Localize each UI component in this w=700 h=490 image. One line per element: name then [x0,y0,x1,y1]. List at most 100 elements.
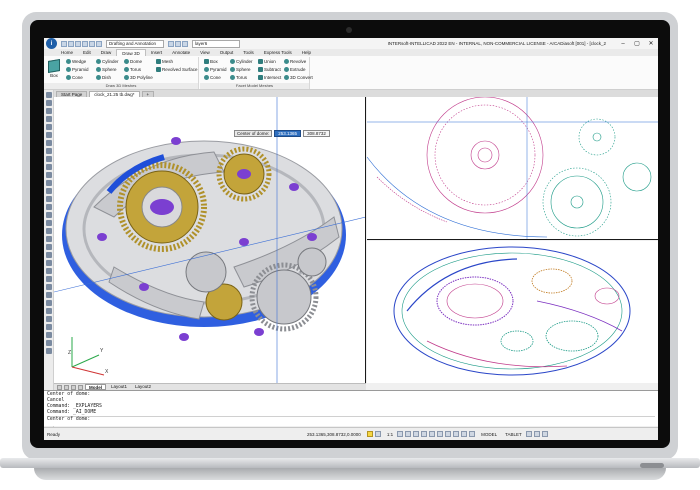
zoom-tool-icon[interactable] [46,300,52,306]
tablet-toggle[interactable]: TABLET [503,432,524,437]
cylinder-button[interactable]: Cylinder [96,59,119,64]
tab-express-tools[interactable]: Express Tools [259,49,297,56]
mirror-tool-icon[interactable] [46,196,52,202]
offset-tool-icon[interactable] [46,228,52,234]
workspace-dropdown[interactable]: Drafting and Annotation [106,39,164,48]
text-tool-icon[interactable] [46,156,52,162]
copy-tool-icon[interactable] [46,172,52,178]
annotation-scale[interactable]: 1:1 [385,432,395,437]
lightbulb-icon[interactable] [168,40,174,47]
dish-button[interactable]: Dish [96,75,111,80]
scale-tool-icon[interactable] [46,188,52,194]
maximize-button[interactable]: ▢ [630,40,644,47]
lock-ui-icon[interactable] [533,431,540,437]
array-tool-icon[interactable] [46,236,52,242]
mesh-button[interactable]: Mesh [156,59,173,64]
print-icon[interactable] [82,40,88,47]
tab-view[interactable]: View [195,49,215,56]
ortho-toggle-icon[interactable] [397,431,404,437]
layer-tool-icon[interactable] [46,276,52,282]
rotate-tool-icon[interactable] [46,180,52,186]
ellipse-tool-icon[interactable] [46,132,52,138]
open-file-icon[interactable] [68,40,74,47]
erase-tool-icon[interactable] [46,252,52,258]
new-file-icon[interactable] [61,40,67,47]
tab-edit[interactable]: Edit [78,49,96,56]
next-layout-button[interactable] [71,384,76,390]
orbit-tool-icon[interactable] [46,316,52,322]
tab-home[interactable]: Home [56,49,78,56]
first-layout-button[interactable] [57,384,62,390]
selection-cycling-icon[interactable] [453,431,460,437]
isolate-objects-icon[interactable] [469,431,476,437]
facet-cylinder-button[interactable]: Cylinder [230,59,253,64]
spline-tool-icon[interactable] [46,140,52,146]
polyline-tool-icon[interactable] [46,100,52,106]
dynamic-input-y[interactable]: 308.8732 [303,130,330,137]
facet-pyramid-button[interactable]: Pyramid [204,67,227,72]
tab-annotate[interactable]: Annotate [167,49,195,56]
dimension-tool-icon[interactable] [46,260,52,266]
block-tool-icon[interactable] [46,268,52,274]
tab-output[interactable]: Output [215,49,239,56]
pan-tool-icon[interactable] [46,308,52,314]
fillet-tool-icon[interactable] [46,220,52,226]
tab-draw-3d[interactable]: Draw 3D [116,49,146,56]
viewport-wireframe-top[interactable] [367,97,658,240]
trim-tool-icon[interactable] [46,204,52,210]
tab-help[interactable]: Help [297,49,316,56]
revolved-surface-button[interactable]: Revolved Surface [156,67,198,72]
lineweight-toggle-icon[interactable] [429,431,436,437]
explode-tool-icon[interactable] [46,244,52,250]
prev-layout-button[interactable] [64,384,69,390]
3d-osnap-icon[interactable] [461,431,468,437]
rectangle-tool-icon[interactable] [46,124,52,130]
extrude-button[interactable]: Extrude [284,67,306,72]
hatch-tool-icon[interactable] [46,148,52,154]
command-input[interactable]: Center of dome: [47,416,655,423]
app-logo-icon[interactable]: i [46,38,57,49]
viewport-wireframe-bottom[interactable] [367,241,658,383]
close-button[interactable]: ✕ [644,40,658,47]
properties-tool-icon[interactable] [46,284,52,290]
3d-convert-button[interactable]: 3D Convert [284,75,313,80]
viewport-3d-main[interactable]: Z Y X Center of dome: 253.1365 308.8732 [54,97,366,383]
3d-polyline-button[interactable]: 3D Polyline [124,75,153,80]
render-tool-icon[interactable] [46,324,52,330]
tab-draw[interactable]: Draw [96,49,117,56]
measure-tool-icon[interactable] [46,292,52,298]
model-space-toggle[interactable]: MODEL [479,432,499,437]
sphere-button[interactable]: Sphere [96,67,117,72]
tab-tools[interactable]: Tools [238,49,259,56]
minimize-button[interactable]: – [616,41,630,47]
extend-tool-icon[interactable] [46,212,52,218]
sun-icon[interactable] [175,40,181,47]
workspace-icon[interactable] [525,431,532,437]
polar-toggle-icon[interactable] [405,431,412,437]
otrack-toggle-icon[interactable] [421,431,428,437]
last-layout-button[interactable] [78,384,83,390]
facet-box-button[interactable]: Box [204,59,218,64]
facet-cone-button[interactable]: Cone [204,75,221,80]
lock-icon[interactable] [182,40,188,47]
command-line-panel[interactable]: Center of dome: Cancel Command: _EXPLAYE… [44,390,658,426]
dynamic-input-x[interactable]: 253.1365 [274,130,302,137]
dome-button[interactable]: Dome [124,59,142,64]
help-tool-icon[interactable] [46,340,52,346]
intersect-button[interactable]: Intersect [258,75,281,80]
facet-torus-button[interactable]: Torus [230,75,247,80]
wedge-button[interactable]: Wedge [66,59,86,64]
pyramid-button[interactable]: Pyramid [66,67,89,72]
union-button[interactable]: Union [258,59,276,64]
revolve-button[interactable]: Revolve [284,59,306,64]
torus-button[interactable]: Torus [124,67,141,72]
arc-tool-icon[interactable] [46,108,52,114]
box-mesh-button[interactable]: Box [46,58,62,81]
grid-toggle-icon[interactable] [374,431,381,437]
facet-sphere-button[interactable]: Sphere [230,67,251,72]
cone-button[interactable]: Cone [66,75,83,80]
tab-insert[interactable]: Insert [146,49,167,56]
osnap-toggle-icon[interactable] [413,431,420,437]
redo-icon[interactable] [96,40,102,47]
line-tool-icon[interactable] [46,92,52,98]
